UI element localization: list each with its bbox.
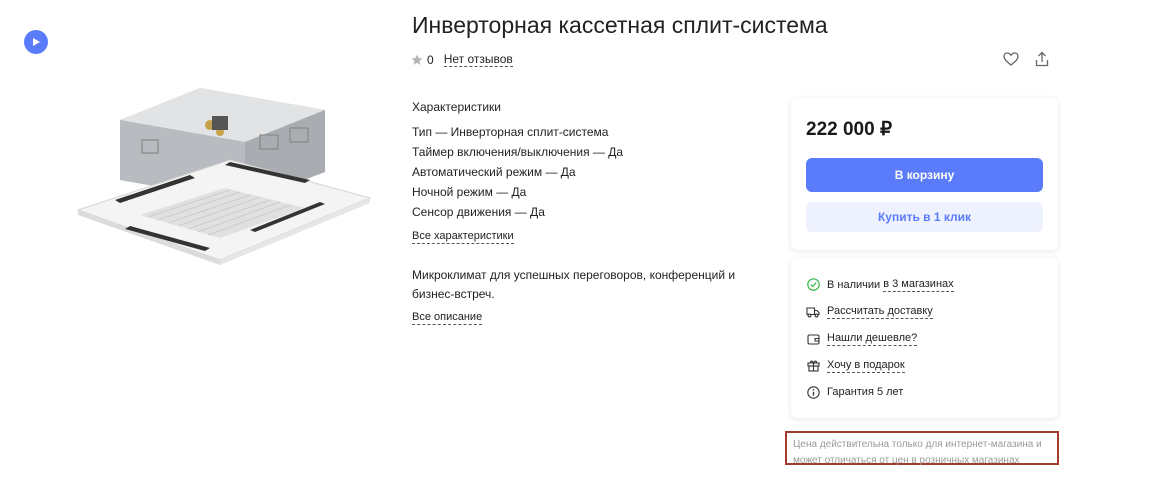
- play-icon: [33, 38, 40, 46]
- add-to-cart-button[interactable]: В корзину: [806, 158, 1043, 192]
- gift-link[interactable]: Хочу в подарок: [827, 358, 905, 373]
- product-image[interactable]: [70, 80, 380, 270]
- wallet-icon: [806, 332, 820, 346]
- spec-item: Ночной режим — Да: [412, 185, 527, 199]
- gift-row[interactable]: Хочу в подарок: [806, 358, 905, 373]
- stock-stores-link[interactable]: в 3 магазинах: [883, 277, 954, 292]
- share-icon: [1035, 51, 1049, 67]
- cheaper-row[interactable]: Нашли дешевле?: [806, 331, 918, 346]
- video-play-button[interactable]: [24, 30, 48, 54]
- specs-list: Тип — Инверторная сплит-система Таймер в…: [412, 125, 623, 225]
- spec-item: Сенсор движения — Да: [412, 205, 545, 219]
- favorite-button[interactable]: [1002, 50, 1020, 68]
- reviews-link[interactable]: Нет отзывов: [443, 52, 513, 67]
- spec-item: Тип — Инверторная сплит-система: [412, 125, 609, 139]
- share-button[interactable]: [1033, 50, 1051, 68]
- spec-item: Автоматический режим — Да: [412, 165, 576, 179]
- price-notice: Цена действительна только для интернет-м…: [785, 431, 1059, 466]
- price-card: 222 000 ₽ В корзину Купить в 1 клик: [791, 98, 1058, 250]
- found-cheaper-link[interactable]: Нашли дешевле?: [827, 331, 918, 346]
- gift-icon: [806, 359, 820, 373]
- info-icon: [806, 385, 820, 399]
- buy-one-click-button[interactable]: Купить в 1 клик: [806, 202, 1043, 232]
- delivery-row[interactable]: Рассчитать доставку: [806, 304, 933, 319]
- stock-label: В наличии: [827, 278, 884, 291]
- page-title: Инверторная кассетная сплит-система: [412, 12, 828, 38]
- stock-row: В наличии в 3 магазинах: [806, 277, 954, 292]
- price: 222 000 ₽: [806, 119, 893, 140]
- specs-heading: Характеристики: [412, 100, 501, 114]
- star-icon: [411, 54, 423, 65]
- info-card: В наличии в 3 магазинах Рассчитать доста…: [791, 258, 1058, 418]
- heart-icon: [1003, 52, 1019, 66]
- warranty-row: Гарантия 5 лет: [806, 385, 903, 399]
- check-circle-icon: [806, 278, 820, 292]
- all-specs-link[interactable]: Все характеристики: [412, 229, 514, 244]
- truck-icon: [806, 305, 820, 319]
- delivery-link[interactable]: Рассчитать доставку: [827, 304, 933, 319]
- product-description: Микроклимат для успешных переговоров, ко…: [412, 268, 736, 301]
- all-description-link[interactable]: Все описание: [412, 310, 483, 325]
- rating-count: 0: [427, 52, 434, 67]
- rating-row: 0 Нет отзывов: [411, 52, 513, 67]
- spec-item: Таймер включения/выключения — Да: [412, 145, 624, 159]
- warranty-label: Гарантия 5 лет: [827, 386, 904, 398]
